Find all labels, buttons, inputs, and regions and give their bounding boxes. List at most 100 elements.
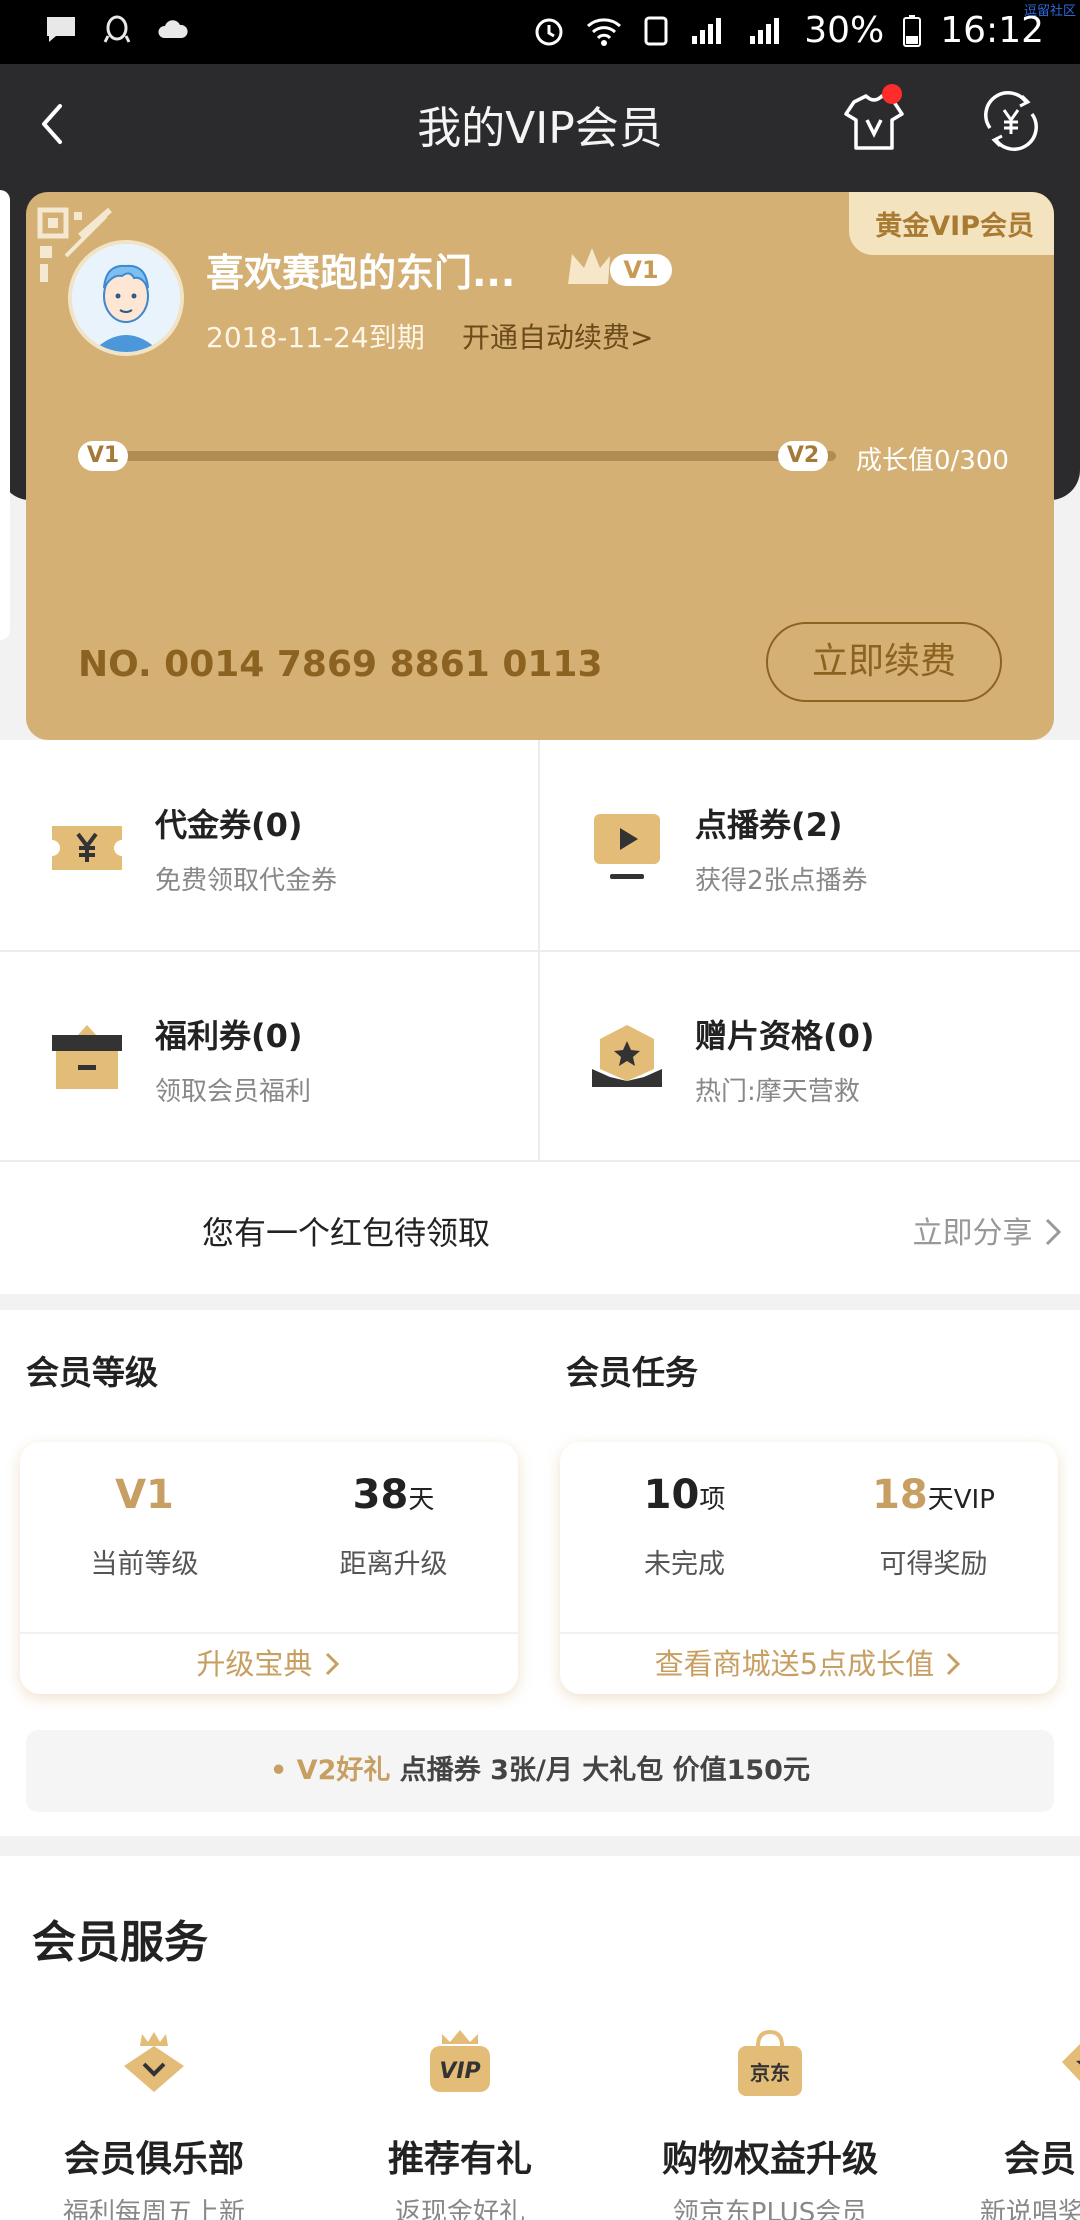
service-name: 会员俱乐部	[63, 2139, 244, 2180]
service-subtitle: 福利每周五上新	[62, 2198, 245, 2220]
service-name: 会员	[1004, 2139, 1077, 2180]
chevron-right-icon	[947, 1652, 961, 1676]
coupon-title: 赠片资格(0)	[695, 1017, 875, 1055]
vip-tier-tag: 黄金VIP会员	[849, 192, 1054, 255]
qq-icon	[103, 15, 131, 43]
member-level-title: 会员等级	[26, 1353, 158, 1392]
username: 喜欢赛跑的东门...	[206, 251, 516, 295]
star-badge-icon	[592, 1025, 662, 1087]
red-packet-row[interactable]: 您有一个红包待领取 立即分享	[0, 1162, 1080, 1294]
signal-2-icon	[750, 17, 780, 44]
coupon-welfare[interactable]: 福利券(0) 领取会员福利	[0, 951, 540, 1162]
current-level-label: 当前等级	[90, 1549, 199, 1580]
service-name: 推荐有礼	[387, 2139, 532, 2180]
mall-task-link[interactable]: 查看商城送5点成长值	[560, 1632, 1058, 1694]
days-value: 38	[352, 1472, 409, 1518]
jd-bag-icon: 京东	[738, 2029, 802, 2096]
member-services-section: 会员服务 会员俱乐部 福利每周五上新 VIP 推荐有礼 返现金好礼 京东 购物权…	[0, 1856, 1080, 2220]
service-subtitle: 返现金好礼	[394, 2198, 525, 2220]
message-icon	[47, 17, 75, 42]
avatar-face-icon	[72, 244, 180, 352]
vip-crown-icon: VIP	[430, 2030, 490, 2092]
pending-value: 10	[643, 1472, 700, 1518]
coupon-title: 代金券(0)	[155, 806, 303, 844]
current-level-value: V1	[115, 1472, 174, 1518]
level-to-pill: V2	[778, 441, 828, 471]
coupon-title: 福利券(0)	[155, 1017, 303, 1055]
service-item-referral[interactable]: VIP 推荐有礼 返现金好礼	[330, 2026, 590, 2220]
card-number: NO. 0014 7869 8861 0113	[78, 644, 603, 685]
watermark: 逗留社区	[1023, 4, 1076, 19]
alarm-icon	[535, 18, 563, 45]
battery-icon	[903, 14, 922, 47]
jd-label: 京东	[750, 2061, 790, 2085]
days-label: 距离升级	[339, 1549, 448, 1580]
coupon-vod[interactable]: 点播券(2) 获得2张点播券	[540, 740, 1080, 951]
service-item-more[interactable]: 会员 新说唱奖	[970, 2026, 1080, 2220]
coupon-voucher[interactable]: 代金券(0) 免费领取代金券	[0, 740, 540, 951]
service-item-shopping[interactable]: 京东 购物权益升级 领京东PLUS会员	[640, 2026, 900, 2220]
share-link[interactable]: 立即分享	[912, 1208, 1064, 1252]
pending-task-stat: 10项 未完成	[560, 1472, 809, 1581]
reward-value: 18	[872, 1472, 928, 1518]
chevron-right-icon	[325, 1652, 339, 1676]
cloud-icon	[158, 20, 188, 38]
upgrade-guide-link[interactable]: 升级宝典	[20, 1632, 518, 1694]
crown-shield-icon	[124, 2032, 184, 2092]
coupon-gift-film[interactable]: 赠片资格(0) 热门:摩天营救	[540, 951, 1080, 1162]
yen-refresh-icon[interactable]	[978, 88, 1044, 154]
notification-icons	[44, 14, 190, 46]
battery-percent: 30%	[804, 10, 885, 51]
service-subtitle: 新说唱奖	[980, 2198, 1080, 2220]
pending-label: 未完成	[644, 1549, 725, 1580]
coupon-subtitle: 免费领取代金券	[155, 866, 338, 896]
reward-unit: 天VIP	[927, 1485, 995, 1515]
service-item-club[interactable]: 会员俱乐部 福利每周五上新	[24, 2026, 284, 2220]
level-from-pill: V1	[78, 441, 128, 471]
vip-card: 黄金VIP会员 喜欢赛跑的东门... V1 2018-11-24到期 开通自动续…	[26, 192, 1054, 740]
red-packet-text: 您有一个红包待领取	[202, 1214, 491, 1252]
growth-value: 成长值0/300	[856, 446, 1009, 476]
previous-card-edge	[0, 190, 10, 640]
wifi-icon	[587, 17, 622, 46]
coupon-subtitle: 热门:摩天营救	[695, 1077, 860, 1107]
coupon-grid: 代金券(0) 免费领取代金券 点播券(2) 获得2张点播券 福利券(0) 领取会…	[0, 740, 1080, 1162]
gift-prefix: • V2好礼	[270, 1755, 391, 1786]
days-to-upgrade-stat: 38天 距离升级	[269, 1472, 518, 1581]
star-crown-icon	[1062, 2044, 1080, 2082]
pending-unit: 项	[699, 1485, 726, 1515]
app-header: 我的VIP会员	[0, 64, 1080, 194]
coupon-subtitle: 获得2张点播券	[695, 866, 868, 896]
gift-box-icon	[52, 1025, 122, 1089]
reward-label: 可得奖励	[879, 1549, 988, 1580]
expire-date: 2018-11-24到期	[206, 321, 425, 354]
service-subtitle: 领京东PLUS会员	[672, 2198, 868, 2220]
upgrade-guide-label: 升级宝典	[196, 1647, 313, 1681]
auto-renew-link[interactable]: 开通自动续费>	[462, 316, 653, 356]
gift-text: 点播券 3张/月 大礼包 价值150元	[399, 1755, 810, 1786]
v2-gift-bar[interactable]: • V2好礼 点播券 3张/月 大礼包 价值150元	[26, 1730, 1054, 1812]
level-badge: V1	[610, 254, 672, 286]
yen-ticket-icon	[52, 826, 122, 870]
svg-text:VIP: VIP	[439, 2059, 480, 2084]
member-task-card[interactable]: 10项 未完成 18天VIP 可得奖励 查看商城送5点成长值	[560, 1442, 1058, 1694]
page-title: 我的VIP会员	[417, 103, 663, 154]
service-name: 购物权益升级	[661, 2139, 878, 2180]
days-unit: 天	[408, 1485, 435, 1515]
member-task-title: 会员任务	[566, 1353, 698, 1392]
growth-progress-bar	[96, 451, 836, 461]
member-level-task-section: 会员等级 会员任务 V1 当前等级 38天 距离升级 升级宝典 10项 未完成 …	[0, 1310, 1080, 1836]
coupon-subtitle: 领取会员福利	[155, 1077, 312, 1107]
signal-1-icon	[692, 17, 722, 44]
current-level-stat: V1 当前等级	[20, 1472, 269, 1581]
chevron-right-icon	[1045, 1218, 1062, 1246]
divider	[0, 950, 1080, 952]
share-label: 立即分享	[912, 1216, 1033, 1251]
reward-stat: 18天VIP 可得奖励	[809, 1472, 1058, 1581]
renew-button[interactable]: 立即续费	[766, 622, 1002, 702]
play-screen-icon	[594, 814, 660, 879]
sim-icon	[644, 16, 668, 45]
status-bar: 30% 16:12 逗留社区	[0, 0, 1080, 64]
member-level-card[interactable]: V1 当前等级 38天 距离升级 升级宝典	[20, 1442, 518, 1694]
avatar[interactable]	[68, 240, 184, 356]
